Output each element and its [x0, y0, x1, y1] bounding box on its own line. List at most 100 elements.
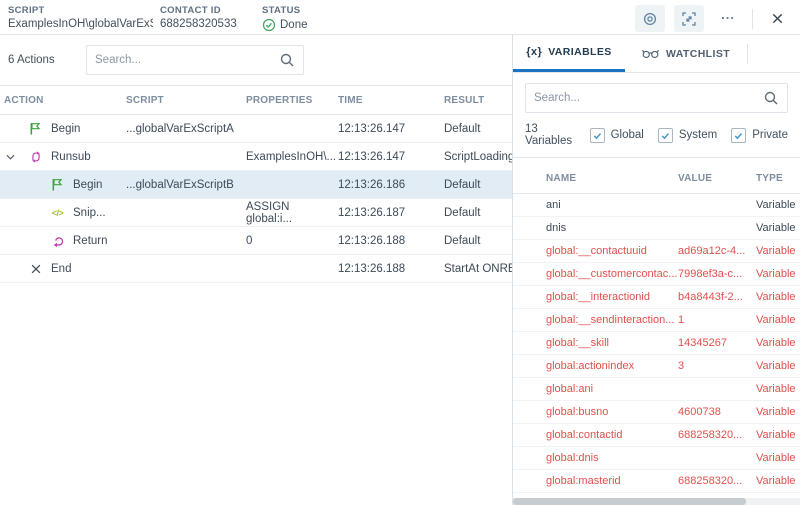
glasses-icon: [642, 48, 660, 59]
column-header-time: TIME: [338, 95, 444, 106]
variable-name: global:__contactuuid: [546, 245, 678, 257]
action-properties: 0: [246, 235, 338, 247]
expand-button[interactable]: [674, 5, 704, 32]
action-name: Return: [73, 235, 108, 247]
variable-value: 3: [678, 360, 756, 372]
script-field: SCRIPT ExamplesInOH\globalVarExScri...: [8, 5, 160, 30]
end-icon: [28, 263, 43, 275]
column-header-action: ACTION: [0, 95, 126, 106]
column-header-value: VALUE: [678, 173, 756, 184]
action-result: Default: [444, 123, 512, 135]
tab-variables[interactable]: {x} VARIABLES: [513, 35, 625, 72]
contact-id-label: CONTACT ID: [160, 5, 262, 16]
column-header-properties: PROPERTIES: [246, 95, 338, 106]
variable-type: Variable: [756, 360, 800, 372]
variable-value: ad69a12c-4...: [678, 245, 756, 257]
column-header-script: SCRIPT: [126, 95, 246, 106]
contact-id-field: CONTACT ID 688258320533: [160, 5, 262, 30]
close-button[interactable]: [762, 5, 792, 32]
action-result: Default: [444, 179, 512, 191]
variable-type: Variable: [756, 337, 800, 349]
return-icon: [50, 234, 65, 248]
title-bar: SCRIPT ExamplesInOH\globalVarExScri... C…: [0, 0, 800, 35]
flag-icon: [50, 178, 65, 191]
window-controls-divider: [752, 9, 753, 29]
variable-row[interactable]: global:__sendinteraction... 1 Variable: [513, 309, 800, 332]
variable-value: 7998ef3a-c...: [678, 268, 756, 280]
filter-system[interactable]: System: [658, 128, 717, 143]
action-result: Default: [444, 235, 512, 247]
search-icon: [763, 90, 779, 106]
checkbox-checked-icon: [658, 128, 673, 143]
variable-type: Variable: [756, 429, 800, 441]
action-row-end[interactable]: End 12:13:26.188 StartAt ONRELE: [0, 255, 512, 283]
variable-row[interactable]: global:actionindex 3 Variable: [513, 355, 800, 378]
action-properties: ExamplesInOH\...: [246, 151, 338, 163]
variable-row[interactable]: global:ani Variable: [513, 378, 800, 401]
variable-row[interactable]: global:contactid 688258320... Variable: [513, 424, 800, 447]
horizontal-scrollbar-thumb[interactable]: [513, 498, 746, 505]
variable-row[interactable]: dnis Variable: [513, 217, 800, 240]
variable-row[interactable]: global:masterid 688258320... Variable: [513, 470, 800, 493]
variable-name: global:contactid: [546, 429, 678, 441]
filter-global[interactable]: Global: [590, 128, 644, 143]
variables-table-header: NAME VALUE TYPE: [513, 164, 800, 194]
action-row-begin-b[interactable]: Begin ...globalVarExScriptB 12:13:26.186…: [0, 171, 512, 199]
variable-row[interactable]: global:busno 4600738 Variable: [513, 401, 800, 424]
action-name: End: [51, 263, 71, 275]
action-row-begin-a[interactable]: Begin ...globalVarExScriptA 12:13:26.147…: [0, 115, 512, 143]
horizontal-scrollbar[interactable]: [513, 498, 800, 505]
checkbox-checked-icon: [731, 128, 746, 143]
filter-system-label: System: [679, 129, 717, 141]
variable-type: Variable: [756, 314, 800, 326]
variables-search-input[interactable]: [534, 92, 763, 104]
braces-x-icon: {x}: [526, 46, 542, 58]
action-script: ...globalVarExScriptB: [126, 179, 246, 191]
variable-type: Variable: [756, 268, 800, 280]
variable-row[interactable]: ani Variable: [513, 194, 800, 217]
variable-value: 688258320...: [678, 475, 756, 487]
variables-count: 13 Variables: [525, 123, 576, 147]
status-done-icon: [262, 18, 276, 32]
action-time: 12:13:26.187: [338, 207, 444, 219]
contact-id-value: 688258320533: [160, 18, 262, 30]
target-button[interactable]: [635, 5, 665, 32]
actions-search-input[interactable]: [95, 54, 279, 66]
variable-row[interactable]: global:__skill 14345267 Variable: [513, 332, 800, 355]
action-name: Snip...: [73, 207, 106, 219]
action-name: Runsub: [51, 151, 91, 163]
action-time: 12:13:26.188: [338, 235, 444, 247]
action-result: Default: [444, 207, 512, 219]
variable-row[interactable]: global:__customercontac... 7998ef3a-c...…: [513, 263, 800, 286]
variable-type: Variable: [756, 222, 800, 234]
script-value: ExamplesInOH\globalVarExScri...: [8, 18, 153, 30]
chevron-down-icon[interactable]: [6, 154, 15, 160]
action-row-return[interactable]: Return 0 12:13:26.188 Default: [0, 227, 512, 255]
tab-watchlist[interactable]: WATCHLIST: [625, 35, 747, 72]
more-options-button[interactable]: ...: [713, 5, 743, 32]
variable-row[interactable]: global:dnis Variable: [513, 447, 800, 470]
status-label: STATUS: [262, 5, 308, 16]
filter-private-label: Private: [752, 129, 788, 141]
close-icon: [771, 12, 784, 25]
action-row-runsub[interactable]: Runsub ExamplesInOH\... 12:13:26.147 Scr…: [0, 143, 512, 171]
variable-type: Variable: [756, 245, 800, 257]
action-time: 12:13:26.147: [338, 151, 444, 163]
variable-type: Variable: [756, 383, 800, 395]
variable-value: b4a8443f-2...: [678, 291, 756, 303]
variable-type: Variable: [756, 452, 800, 464]
filter-private[interactable]: Private: [731, 128, 788, 143]
variable-name: global:__customercontac...: [546, 268, 678, 280]
trace-viewer-window: SCRIPT ExamplesInOH\globalVarExScri... C…: [0, 0, 800, 505]
variables-search-row: [513, 73, 800, 121]
target-icon: [642, 11, 658, 27]
search-icon: [279, 52, 295, 68]
action-row-snippet[interactable]: </> Snip... ASSIGN global:i... 12:13:26.…: [0, 199, 512, 227]
variable-row[interactable]: global:__contactuuid ad69a12c-4... Varia…: [513, 240, 800, 263]
variable-row[interactable]: global:__interactionid b4a8443f-2... Var…: [513, 286, 800, 309]
variable-value: 14345267: [678, 337, 756, 349]
variable-name: global:masterid: [546, 475, 678, 487]
variables-panel: {x} VARIABLES WATCHLIST 13 Variables: [512, 35, 800, 505]
tabs-divider: [747, 44, 748, 64]
variable-type: Variable: [756, 406, 800, 418]
